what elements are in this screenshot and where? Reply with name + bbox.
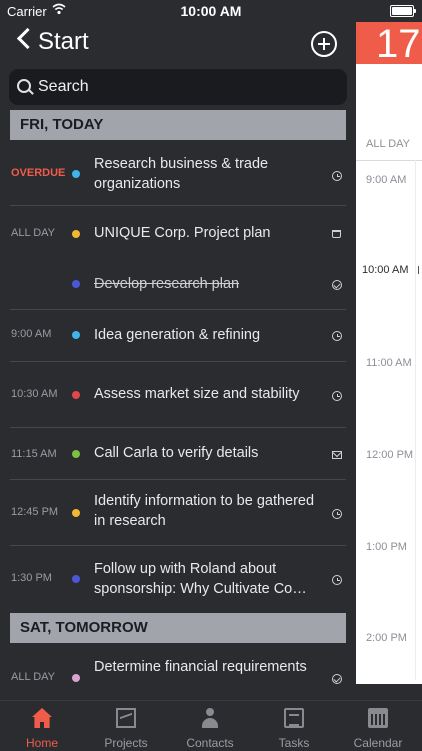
tab-label: Contacts (186, 736, 234, 750)
tab-label: Tasks (278, 736, 310, 750)
tab-calendar[interactable]: Calendar (336, 701, 420, 751)
task-time: 10:30 AM (11, 388, 58, 400)
tab-contacts[interactable]: Contacts (168, 701, 252, 751)
contacts-icon (200, 708, 220, 728)
tab-bar: Home Projects Contacts Tasks Calendar (0, 700, 422, 751)
task-row[interactable]: 9:00 AM Idea generation & refining (0, 310, 356, 362)
clock-icon (332, 171, 342, 181)
cart-icon (332, 230, 341, 238)
task-row[interactable]: 12:45 PM Identify information to be gath… (0, 480, 356, 546)
task-title: UNIQUE Corp. Project plan (94, 225, 271, 241)
task-title: Develop research plan (94, 276, 240, 292)
clock-icon (332, 331, 342, 341)
tasks-icon (284, 708, 304, 728)
clock-icon (332, 391, 342, 401)
hour-label: 12:00 PM (366, 449, 414, 461)
task-title: Assess market size and stability (94, 386, 300, 402)
task-row[interactable]: ALL DAY Determine financial requirements (0, 648, 356, 700)
task-time: 12:45 PM (11, 506, 59, 518)
task-color-dot (72, 170, 80, 178)
task-row[interactable]: 1:30 PM Follow up with Roland about spon… (0, 546, 356, 610)
task-title: Idea generation & refining (94, 327, 261, 343)
task-title: Identify information to be gathered in r… (94, 493, 315, 529)
hour-label-current: 10:00 AM (362, 264, 409, 276)
all-day-divider (356, 160, 422, 161)
tab-home[interactable]: Home (0, 701, 84, 751)
task-color-dot (72, 280, 80, 288)
tab-tasks[interactable]: Tasks (252, 701, 336, 751)
task-color-dot (72, 450, 80, 458)
task-color-dot (72, 674, 80, 682)
task-title: Follow up with Roland about sponsorship:… (94, 561, 307, 597)
search-icon (17, 79, 31, 93)
calendar-timeline[interactable] (356, 64, 422, 684)
task-time: OVERDUE (11, 167, 66, 179)
current-time-marker (418, 266, 419, 274)
task-time: ALL DAY (11, 227, 56, 239)
home-icon (32, 708, 52, 728)
day-calendar-panel[interactable]: 17 ALL DAY 9:00 AM 10:00 AM 11:00 AM 12:… (356, 0, 422, 700)
search-input[interactable]: Search (38, 78, 89, 96)
hour-label: 2:00 PM (366, 632, 407, 644)
calendar-all-day-label: ALL DAY (366, 138, 411, 150)
clock-icon (332, 575, 342, 585)
back-button[interactable]: Start (38, 28, 89, 56)
search-field[interactable]: Search (9, 69, 347, 105)
task-color-dot (72, 509, 80, 517)
tab-projects[interactable]: Projects (84, 701, 168, 751)
task-color-dot (72, 230, 80, 238)
clock-icon (332, 509, 342, 519)
timeline-guide (415, 160, 416, 680)
task-row[interactable]: 10:30 AM Assess market size and stabilit… (0, 362, 356, 428)
add-button[interactable] (311, 31, 337, 57)
calendar-icon (368, 708, 388, 728)
tab-label: Calendar (353, 736, 403, 750)
projects-icon (116, 708, 136, 728)
task-color-dot (72, 575, 80, 583)
tab-label: Home (25, 736, 58, 750)
task-title: Call Carla to verify details (94, 445, 259, 461)
section-header-tomorrow: SAT, TOMORROW (10, 613, 346, 643)
task-row[interactable]: ALL DAY UNIQUE Corp. Project plan (0, 206, 356, 258)
agenda-panel: Start Search FRI, TODAY OVERDUE Research… (0, 0, 356, 700)
hour-label: 9:00 AM (366, 174, 407, 186)
task-time: 1:30 PM (11, 572, 52, 584)
task-color-dot (72, 331, 80, 339)
mail-icon (332, 451, 342, 459)
section-header-today: FRI, TODAY (10, 110, 346, 140)
task-time: 9:00 AM (11, 328, 52, 340)
hour-label: 1:00 PM (366, 541, 407, 553)
check-circle-icon[interactable] (332, 674, 342, 684)
task-row[interactable]: Develop research plan (0, 258, 356, 310)
hour-label: 11:00 AM (366, 357, 412, 369)
task-title: Determine financial requirements (94, 659, 307, 675)
task-title: Research business & trade organizations (94, 156, 269, 192)
task-color-dot (72, 391, 80, 399)
tab-label: Projects (104, 736, 148, 750)
task-row[interactable]: 11:15 AM Call Carla to verify details (0, 428, 356, 480)
check-circle-icon[interactable] (332, 280, 342, 290)
calendar-day-number: 17 (376, 22, 421, 66)
task-time: 11:15 AM (11, 448, 57, 460)
task-row[interactable]: OVERDUE Research business & trade organi… (0, 142, 356, 206)
task-time: ALL DAY (11, 671, 56, 683)
